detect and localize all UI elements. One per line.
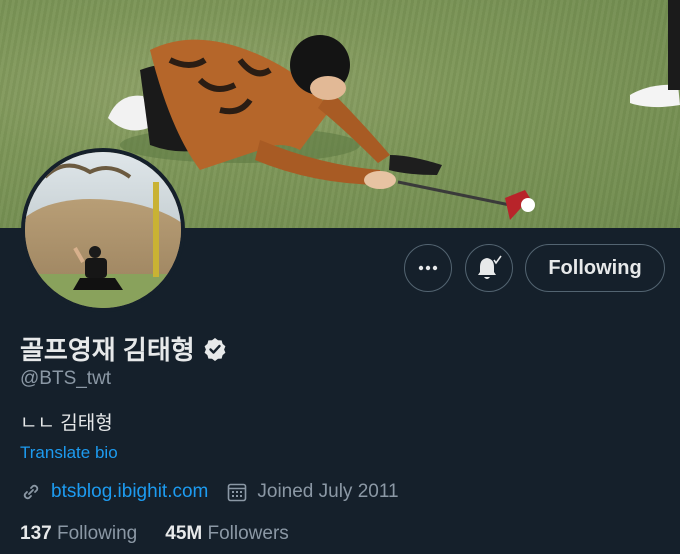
profile-handle: @BTS_twt bbox=[20, 368, 112, 389]
joined-item: Joined July 2011 bbox=[226, 481, 399, 503]
verified-badge-icon bbox=[204, 337, 226, 361]
more-options-button[interactable] bbox=[404, 244, 452, 292]
followers-stat[interactable]: 45M Followers bbox=[165, 523, 289, 545]
profile-meta: btsblog.ibighit.com Joined July 2011 bbox=[20, 481, 417, 503]
profile-stats: 137 Following 45M Followers bbox=[20, 523, 317, 545]
following-button[interactable]: Following bbox=[525, 244, 665, 292]
more-icon bbox=[418, 265, 438, 271]
translate-bio-link[interactable]: Translate bio bbox=[20, 443, 118, 463]
profile-avatar[interactable] bbox=[21, 148, 185, 312]
calendar-icon bbox=[228, 483, 247, 502]
website-item: btsblog.ibighit.com bbox=[20, 481, 208, 503]
display-name: 골프영재 김태형 bbox=[20, 335, 195, 365]
following-label: Following bbox=[56, 523, 138, 544]
followers-count: 45M bbox=[165, 523, 203, 544]
link-icon bbox=[23, 484, 39, 500]
following-count: 137 bbox=[20, 523, 52, 544]
notification-bell-icon bbox=[478, 255, 502, 279]
website-link[interactable]: btsblog.ibighit.com bbox=[51, 481, 208, 503]
following-stat[interactable]: 137 Following bbox=[20, 523, 137, 545]
joined-date: Joined July 2011 bbox=[257, 481, 399, 502]
profile-name: 골프영재 김태형 bbox=[20, 330, 227, 367]
followers-label: Followers bbox=[207, 523, 289, 544]
profile-bio: ㄴㄴ 김태형 bbox=[20, 413, 113, 434]
avatar-person bbox=[43, 163, 159, 290]
notifications-button[interactable] bbox=[465, 244, 513, 292]
